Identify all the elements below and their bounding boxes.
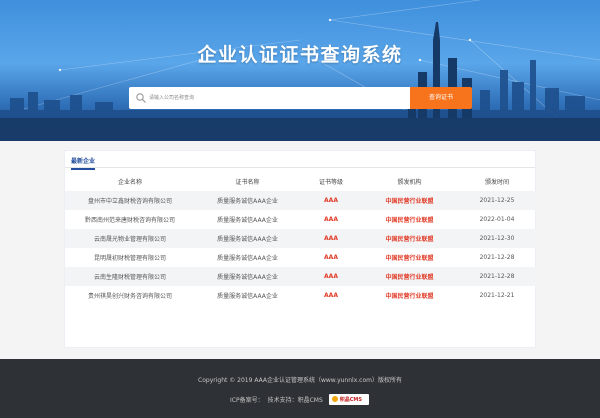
certificate-table: 企业名称 证书名称 证书等级 颁发机构 颁发时间 盘州市中立鑫财税咨询有限公司 …: [65, 172, 537, 305]
issue-date: 2021-12-21: [479, 292, 515, 299]
company-name[interactable]: 云南生隆财税管理有限公司: [65, 272, 195, 281]
issuing-organization: 中国民营行业联盟: [385, 274, 434, 281]
certificate-name: 质量服务诚信AAA企业: [217, 198, 278, 205]
issuing-organization: 中国民营行业联盟: [385, 236, 434, 243]
search-button[interactable]: 查询证书: [410, 87, 472, 109]
footer: Copyright © 2019 AAA企业认证管理系统（www.yunnlx.…: [0, 359, 600, 418]
icp-label[interactable]: ICP备案号：: [230, 395, 264, 404]
footer-info: ICP备案号： 技术支持：积晶CMS 积晶CMS: [230, 393, 373, 405]
header-level: 证书等级: [318, 179, 343, 186]
company-name[interactable]: 昆明晟初财税管理有限公司: [65, 253, 195, 262]
issue-date: 2021-12-28: [479, 273, 515, 280]
certificate-name: 质量服务诚信AAA企业: [217, 274, 278, 281]
issue-date: 2022-01-04: [479, 216, 515, 223]
issuing-organization: 中国民营行业联盟: [385, 217, 434, 224]
copyright-text: Copyright © 2019 AAA企业认证管理系统（www.yunnlx.…: [198, 377, 402, 384]
search-input[interactable]: [149, 87, 404, 109]
header-company: 企业名称: [117, 179, 142, 186]
header-date: 颁发时间: [484, 179, 509, 186]
issue-date: 2021-12-30: [479, 235, 515, 242]
header-certificate: 证书名称: [235, 179, 260, 186]
latest-companies-card: 最新企业 企业名称 证书名称 证书等级 颁发机构 颁发时间 盘州市中立鑫财税咨询…: [64, 150, 537, 348]
certificate-name: 质量服务诚信AAA企业: [217, 236, 278, 243]
table-row[interactable]: 黔西南州范来唐财税咨询有限公司 质量服务诚信AAA企业 AAA 中国民营行业联盟…: [65, 210, 537, 229]
table-header-row: 企业名称 证书名称 证书等级 颁发机构 颁发时间: [65, 172, 537, 191]
certificate-name: 质量服务诚信AAA企业: [217, 255, 278, 262]
tech-support-link[interactable]: 技术支持：积晶CMS: [268, 395, 323, 404]
hero-banner: 企业认证证书查询系统 查询证书: [0, 0, 600, 141]
certificate-name: 质量服务诚信AAA企业: [217, 217, 278, 224]
cms-logo-text: 积晶CMS: [339, 396, 363, 403]
certificate-level: AAA: [324, 292, 338, 299]
issue-date: 2021-12-28: [479, 254, 515, 261]
cms-logo[interactable]: 积晶CMS: [328, 393, 370, 405]
company-name[interactable]: 贵州祺昊创兴财务咨询有限公司: [65, 291, 195, 300]
search-box: [129, 87, 410, 109]
table-row[interactable]: 盘州市中立鑫财税咨询有限公司 质量服务诚信AAA企业 AAA 中国民营行业联盟 …: [65, 191, 537, 210]
table-row[interactable]: 云南生隆财税管理有限公司 质量服务诚信AAA企业 AAA 中国民营行业联盟 20…: [65, 267, 537, 286]
issuing-organization: 中国民营行业联盟: [385, 255, 434, 262]
issuing-organization: 中国民营行业联盟: [385, 198, 434, 205]
certificate-level: AAA: [324, 273, 338, 280]
company-name[interactable]: 云南晟光物业管理有限公司: [65, 234, 195, 243]
header-issuer: 颁发机构: [397, 179, 422, 186]
certificate-level: AAA: [324, 197, 338, 204]
table-row[interactable]: 贵州祺昊创兴财务咨询有限公司 质量服务诚信AAA企业 AAA 中国民营行业联盟 …: [65, 286, 537, 305]
search-icon: [136, 93, 146, 103]
issue-date: 2021-12-25: [479, 197, 515, 204]
table-row[interactable]: 云南晟光物业管理有限公司 质量服务诚信AAA企业 AAA 中国民营行业联盟 20…: [65, 229, 537, 248]
certificate-name: 质量服务诚信AAA企业: [217, 293, 278, 300]
certificate-level: AAA: [324, 254, 338, 261]
table-row[interactable]: 昆明晟初财税管理有限公司 质量服务诚信AAA企业 AAA 中国民营行业联盟 20…: [65, 248, 537, 267]
tab-divider: [65, 167, 535, 168]
company-name[interactable]: 盘州市中立鑫财税咨询有限公司: [65, 196, 195, 205]
company-name[interactable]: 黔西南州范来唐财税咨询有限公司: [65, 215, 195, 224]
cms-logo-icon: [331, 396, 338, 402]
certificate-level: AAA: [324, 216, 338, 223]
city-skyline-background: [0, 0, 600, 141]
page-title: 企业认证证书查询系统: [197, 44, 403, 66]
certificate-level: AAA: [324, 235, 338, 242]
issuing-organization: 中国民营行业联盟: [385, 293, 434, 300]
